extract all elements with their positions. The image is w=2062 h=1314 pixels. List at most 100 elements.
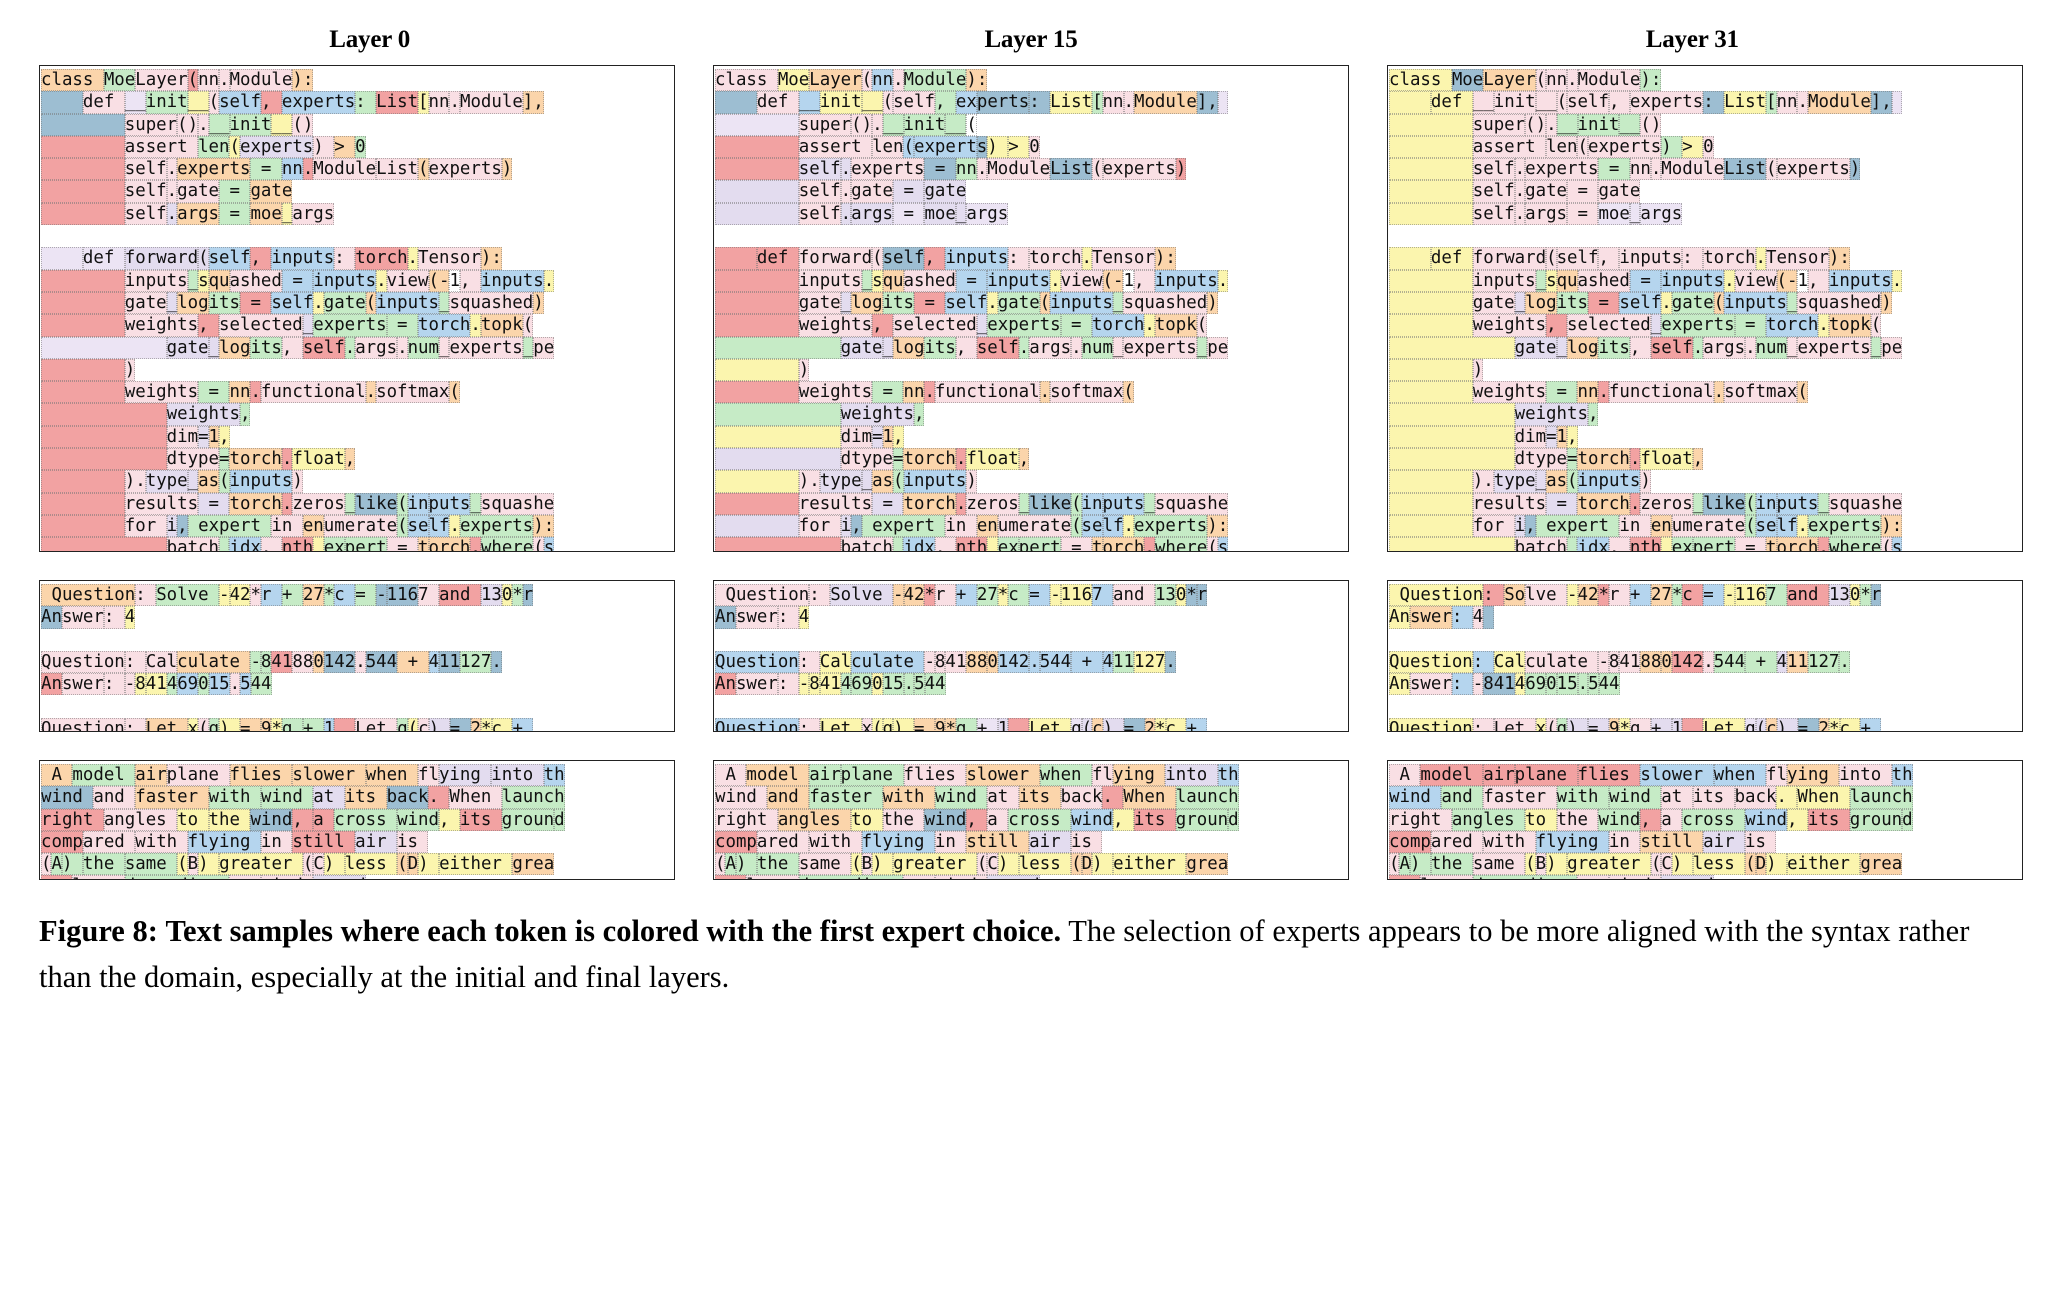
- token: [1389, 314, 1473, 337]
- token: .: [449, 514, 460, 538]
- token: When: [1797, 786, 1850, 809]
- token: args: [355, 336, 398, 359]
- token: .: [903, 673, 915, 696]
- token-line: or less depending on wind speed: [41, 875, 674, 879]
- caption-bold: Text samples where each token is colored…: [165, 914, 1062, 948]
- token: (: [397, 853, 408, 876]
- token: 4: [1102, 650, 1114, 674]
- token: [715, 336, 841, 359]
- token: x: [1535, 717, 1547, 731]
- token: [1389, 202, 1473, 226]
- code-panel-layer-0: class MoeLayer(nn.Module): def __init__(…: [39, 65, 675, 552]
- token: num: [1755, 336, 1787, 359]
- token: or: [715, 875, 747, 879]
- token: inputs: [124, 269, 188, 292]
- token: (: [903, 135, 914, 159]
- token: ): [872, 853, 894, 876]
- token: _: [1870, 336, 1882, 359]
- token: launch: [1849, 786, 1913, 809]
- token: (: [1546, 247, 1557, 270]
- token: (-: [1102, 269, 1124, 292]
- token: inputs: [1724, 291, 1787, 315]
- token: torch: [903, 492, 956, 515]
- token: slower: [292, 764, 366, 787]
- token: .: [1123, 514, 1134, 538]
- token: with: [1556, 786, 1609, 809]
- token: at: [987, 786, 1019, 809]
- token: swer: [61, 606, 104, 629]
- token-line: compared with flying in still air is: [715, 830, 1348, 854]
- token: ,: [281, 336, 303, 359]
- token: .: [893, 69, 904, 92]
- token: s: [872, 269, 883, 292]
- token: its: [1807, 808, 1850, 831]
- token: 8: [934, 650, 946, 674]
- token: swer: [61, 673, 104, 696]
- token: wind: [260, 786, 314, 809]
- token: swer: [1409, 606, 1452, 629]
- token: se: [1755, 514, 1777, 538]
- token: ex: [955, 91, 977, 114]
- token: g: [955, 717, 977, 731]
- token: swer: [1409, 673, 1452, 696]
- token-line: compared with flying in still air is: [1389, 830, 2022, 854]
- token: t: [1766, 537, 1777, 551]
- token: gate: [997, 291, 1040, 315]
- token: :: [124, 717, 146, 731]
- token: args: [1640, 202, 1683, 226]
- token: B: [861, 853, 873, 876]
- token-line: super().__init__(): [1389, 113, 2022, 136]
- token: the: [1556, 808, 1599, 831]
- token-line: self.args = moe_args: [715, 202, 1348, 226]
- token-line: class MoeLayer(nn.Module):: [1389, 69, 2022, 92]
- token: Moe: [1451, 69, 1484, 92]
- token: ,: [893, 425, 904, 449]
- token: flying: [861, 830, 935, 854]
- token: nn: [428, 91, 450, 114]
- token: (: [418, 158, 429, 181]
- token: _: [1556, 336, 1568, 359]
- token: 0: [987, 650, 998, 674]
- token-line: or less depending on wind speed: [1389, 875, 2022, 879]
- token: Layer: [809, 69, 862, 92]
- token: =: [198, 492, 230, 515]
- token: x: [861, 717, 873, 731]
- token: -: [798, 673, 810, 696]
- token: right: [1389, 808, 1452, 831]
- token: *: [323, 584, 335, 607]
- token: ): [1776, 717, 1798, 731]
- token: squashed: [1123, 291, 1208, 315]
- token-line: results = torch.zeros_like(inputs_squash…: [715, 492, 1348, 515]
- token: q: [397, 717, 408, 731]
- token: ): [1472, 358, 1484, 382]
- token: for: [798, 514, 841, 538]
- token: experts: [1102, 158, 1176, 181]
- token: [715, 403, 841, 426]
- token: (: [1755, 717, 1767, 731]
- token: [1389, 247, 1431, 270]
- token: A: [725, 853, 736, 876]
- token: _: [1112, 336, 1124, 359]
- token-line: weights,: [41, 403, 674, 426]
- token: =: [198, 381, 230, 404]
- token: Tensor: [1092, 247, 1155, 270]
- token: 15: [882, 673, 904, 696]
- token-line: [715, 695, 1348, 717]
- token: torch: [903, 448, 956, 471]
- token-line: (A) the same (B) greater (C) less (D) ei…: [1389, 853, 2022, 876]
- token-line: [1389, 695, 2022, 717]
- token: ,: [1112, 808, 1134, 831]
- token: 69: [851, 673, 873, 696]
- token: (: [1567, 470, 1578, 493]
- token: .: [407, 247, 419, 270]
- token: torch: [1765, 314, 1819, 337]
- token: 4: [124, 606, 136, 629]
- token-line: gate_logits = self.gate(inputs_squashed): [1389, 291, 2022, 315]
- token-line: compared with flying in still air is: [41, 830, 674, 854]
- token: (-: [428, 269, 450, 292]
- token: puts: [428, 492, 471, 515]
- token: .: [1514, 158, 1526, 181]
- token: =: [913, 291, 946, 315]
- token: *: [1155, 717, 1166, 731]
- token: .: [924, 381, 935, 404]
